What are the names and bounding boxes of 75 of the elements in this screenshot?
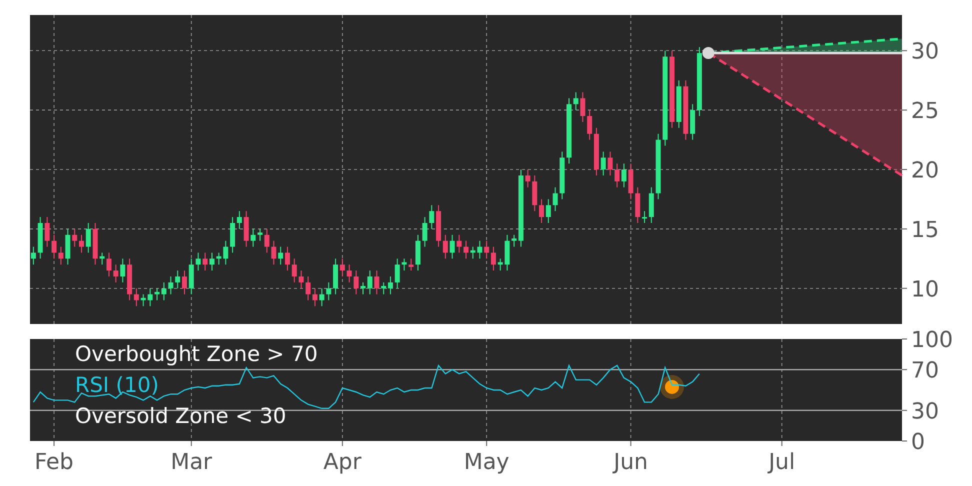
candle — [346, 264, 352, 283]
legend-label: Overbought Zone > 70 — [75, 342, 318, 366]
axis-label: 30 — [911, 40, 939, 65]
candle — [676, 80, 682, 128]
axis-label: May — [464, 450, 510, 475]
candle — [38, 216, 43, 260]
candle — [168, 276, 174, 295]
legend-label: Oversold Zone < 30 — [75, 404, 286, 428]
candle — [566, 98, 572, 164]
axis-label: 25 — [911, 99, 939, 124]
candle — [120, 258, 126, 283]
candle — [65, 228, 70, 266]
candle — [504, 234, 510, 272]
candle — [271, 240, 276, 266]
candle — [298, 270, 304, 289]
axis-label: 15 — [911, 218, 939, 243]
candle — [656, 133, 661, 200]
candle — [79, 234, 84, 254]
axis-label: 0 — [911, 430, 925, 455]
candle — [30, 246, 36, 266]
axis-label: Jun — [614, 450, 648, 475]
candle — [683, 80, 688, 140]
axis-label: Apr — [323, 450, 362, 475]
candle — [552, 186, 558, 212]
candle — [402, 258, 407, 272]
candle — [216, 252, 222, 266]
candle — [86, 222, 91, 254]
candle — [367, 270, 372, 295]
candle — [354, 270, 359, 295]
candle — [175, 270, 180, 289]
candle — [292, 258, 297, 283]
candle — [44, 216, 50, 248]
candle — [72, 228, 78, 248]
candle — [464, 240, 468, 260]
candle — [188, 258, 194, 295]
candle — [429, 204, 434, 230]
candle — [250, 228, 256, 248]
axis-label: 20 — [911, 158, 939, 184]
candle — [600, 151, 606, 176]
axis-label: Jul — [768, 450, 796, 475]
candle — [608, 151, 613, 176]
axis-label: 70 — [911, 358, 939, 384]
candle — [92, 222, 98, 266]
candle — [456, 234, 462, 254]
candle — [422, 216, 428, 248]
candle — [196, 252, 201, 272]
candle — [477, 240, 482, 260]
candle — [244, 210, 249, 248]
candle — [635, 186, 640, 224]
legend-label: RSI (10) — [75, 373, 159, 397]
axis-label: 30 — [911, 399, 939, 424]
axis-label: Feb — [34, 450, 74, 475]
signal-marker — [660, 374, 684, 399]
candle — [319, 288, 324, 307]
axis-label: 100 — [911, 328, 953, 353]
candle — [113, 264, 118, 283]
candle — [573, 92, 578, 111]
candle — [374, 270, 380, 295]
candle — [470, 246, 476, 260]
candle — [560, 151, 565, 200]
candle — [525, 169, 530, 188]
candle — [532, 174, 538, 212]
candle — [360, 282, 366, 295]
candle — [394, 258, 400, 289]
candle — [498, 258, 503, 272]
axis-label: 10 — [911, 277, 939, 302]
candle — [148, 288, 153, 307]
candle — [182, 270, 187, 295]
candle — [580, 92, 586, 122]
candle — [450, 234, 455, 260]
candle — [326, 282, 332, 301]
candle — [628, 163, 634, 200]
candle — [223, 240, 228, 266]
axis-label: Mar — [170, 450, 212, 475]
candle — [140, 294, 146, 307]
